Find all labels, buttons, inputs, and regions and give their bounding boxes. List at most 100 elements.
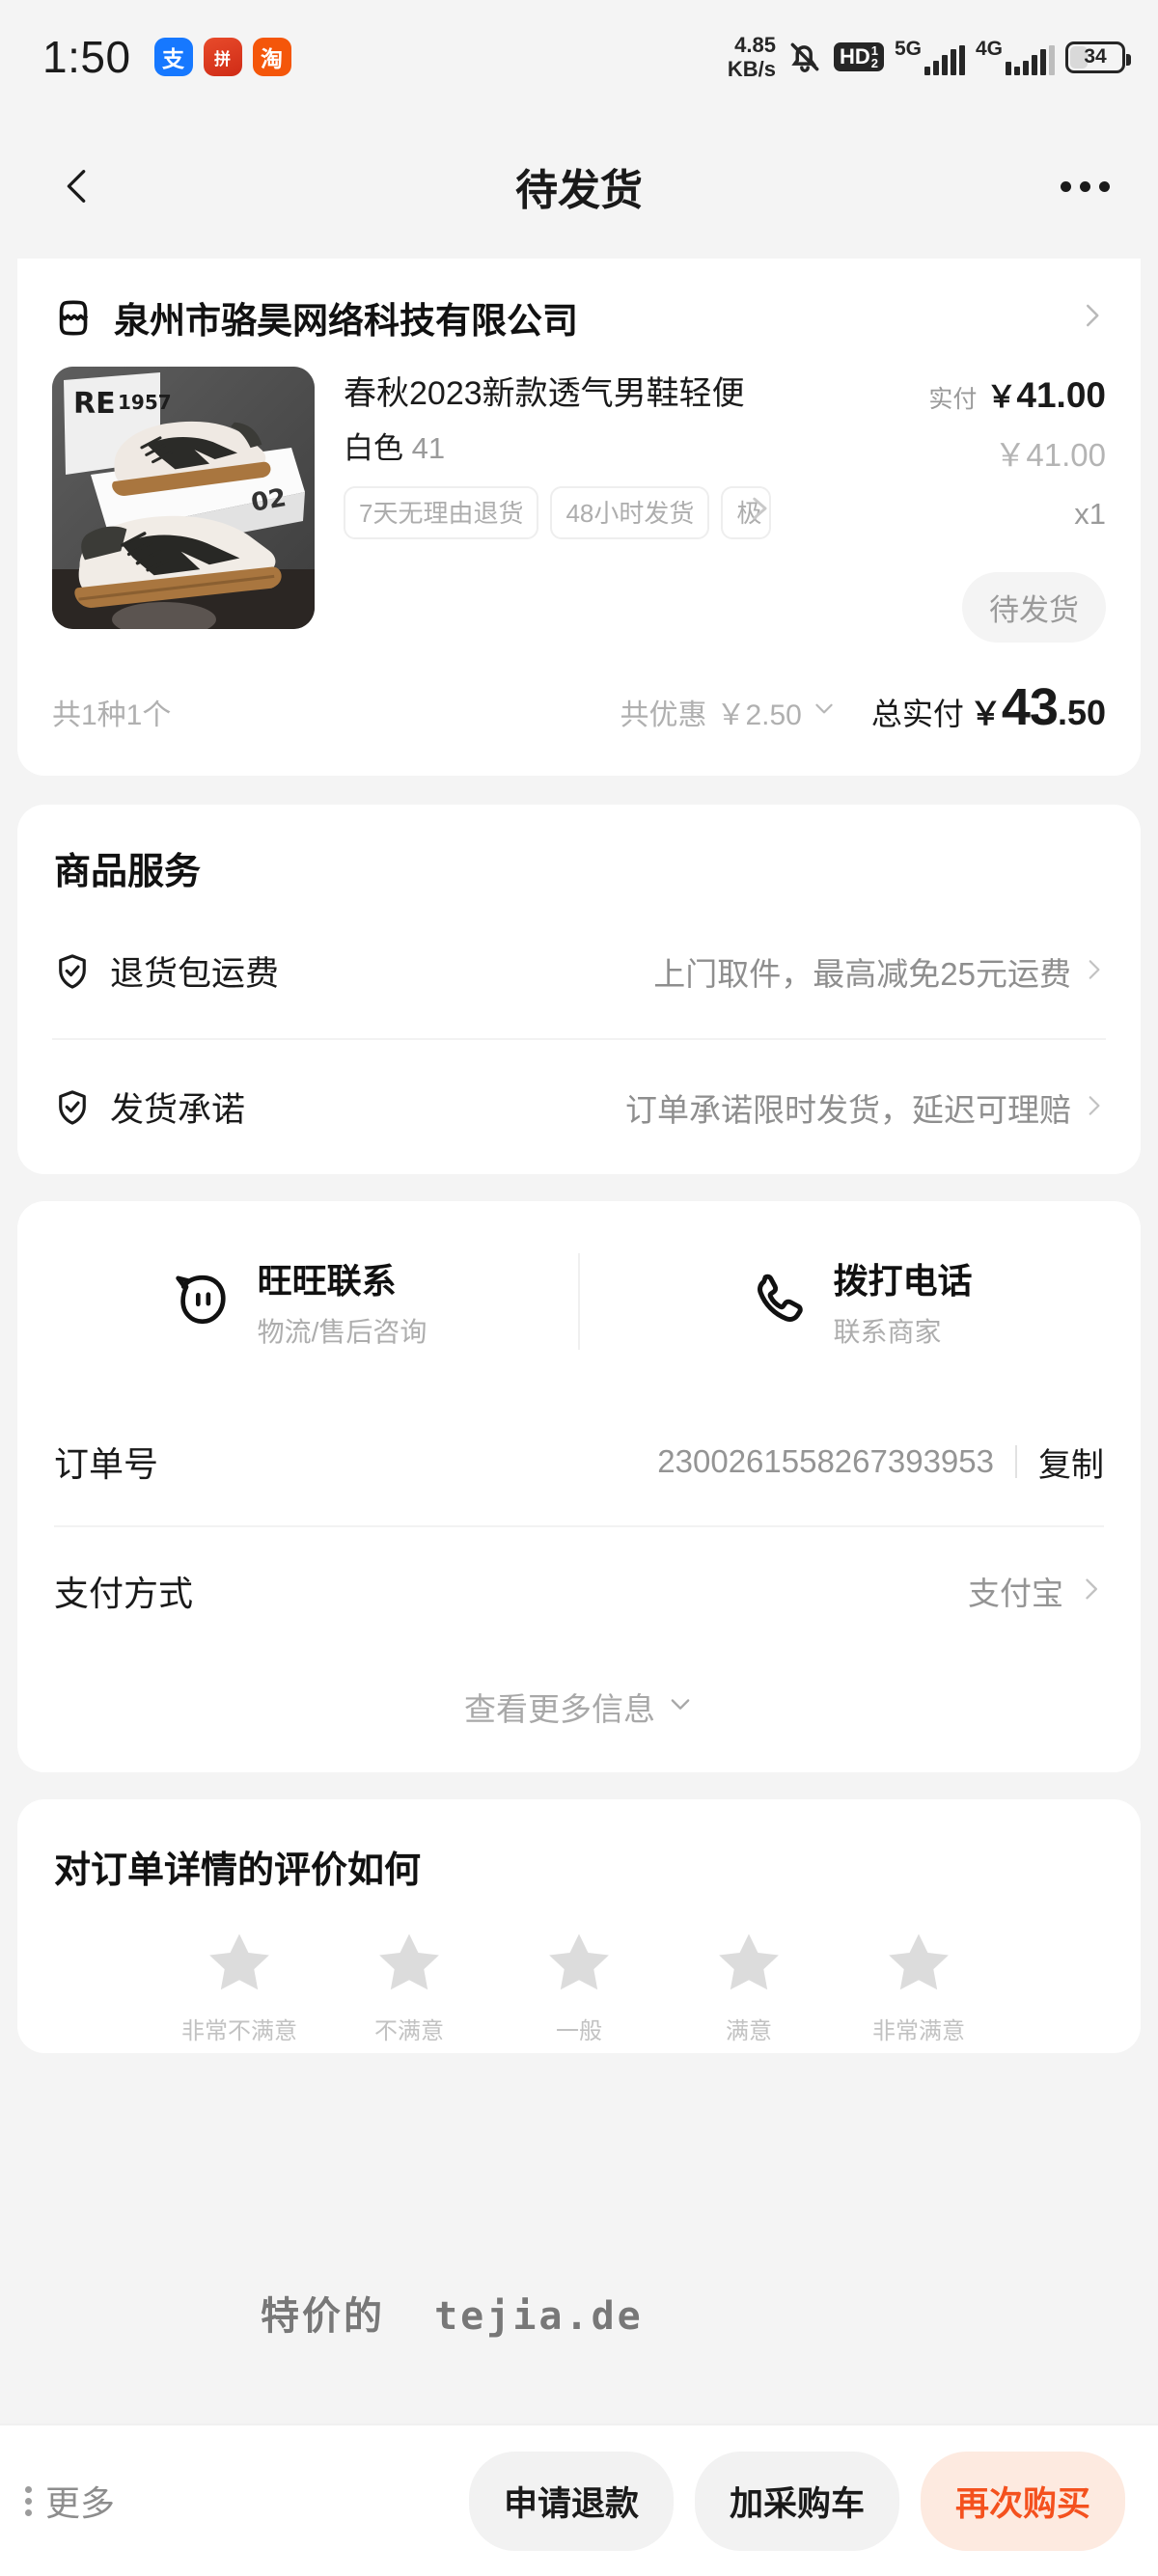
site-watermark: 特价的 tejia.de [261, 2285, 644, 2341]
product-tag: 7天无理由退货 [344, 486, 539, 540]
total-decimal: .50 [1057, 693, 1106, 732]
product-info: 春秋2023新款透气男鞋轻便 白色 41 7天无理由退货 48小时发货 极 [315, 367, 874, 643]
paid-price: ￥41.00 [986, 375, 1106, 415]
sim2-signal-indicator: 4G [976, 39, 1055, 75]
taobao-app-icon: 淘 [252, 38, 291, 76]
request-refund-button[interactable]: 申请退款 [468, 2451, 674, 2551]
product-tags[interactable]: 7天无理由退货 48小时发货 极 [344, 486, 857, 540]
rating-card: 对订单详情的评价如何 非常不满意 不满意 一般 满意 非常满意 [17, 1799, 1141, 2053]
star-icon [372, 1926, 447, 2006]
chevron-right-icon [1081, 1089, 1106, 1126]
service-value: 上门取件，最高减免25元运费 [653, 955, 1071, 992]
discount-value: ￥2.50 [716, 699, 802, 731]
add-to-purchase-cart-button[interactable]: 加采购车 [694, 2451, 899, 2551]
total-currency: ￥ [969, 696, 1002, 731]
watermark-cn: 特价的 [261, 2294, 385, 2339]
battery-level: 34 [1084, 45, 1107, 68]
status-indicators: 4.85 KB/s HD 1 2 5G 4G 34 [727, 33, 1131, 81]
network-speed-unit: KB/s [727, 57, 776, 81]
more-actions-label: 更多 [45, 2483, 116, 2523]
hd-sub: 2 [870, 56, 878, 70]
services-title: 商品服务 [54, 852, 202, 892]
wangwang-icon [169, 1266, 236, 1338]
sim1-signal-bars [924, 45, 965, 75]
more-actions-button[interactable]: 更多 [25, 2476, 115, 2526]
service-row-return-shipping[interactable]: 退货包运费 上门取件，最高减免25元运费 [52, 904, 1106, 1038]
service-value-wrap: 订单承诺限时发货，延迟可理赔 [625, 1084, 1106, 1131]
chevron-right-icon [1081, 953, 1106, 990]
rating-star-2[interactable]: 不满意 [351, 1926, 467, 2045]
sim1-signal-indicator: 5G [895, 39, 965, 75]
service-name: 发货承诺 [110, 1091, 246, 1129]
total-paid: 总实付 ￥ 43 .50 [871, 677, 1106, 737]
order-number-value-wrap: 2300261558267393953 复制 [657, 1439, 1104, 1486]
status-bar: 1:50 支 拼 淘 4.85 KB/s HD 1 2 5G 4G 34 [0, 0, 1158, 114]
call-merchant-button[interactable]: 拨打电话 联系商家 [578, 1253, 1141, 1350]
network-speed-value: 4.85 [734, 33, 776, 57]
star-icon [881, 1926, 956, 2006]
discount-summary[interactable]: 共优惠 ￥2.50 [620, 691, 836, 733]
more-horizontal-icon [1061, 180, 1071, 192]
chevron-down-icon [667, 1688, 694, 1725]
chevron-down-icon [812, 696, 837, 728]
rating-star-5[interactable]: 非常满意 [861, 1926, 977, 2045]
call-text: 拨打电话 联系商家 [833, 1253, 972, 1350]
total-integer: 43 [1001, 678, 1059, 736]
call-subtitle: 联系商家 [833, 1317, 942, 1347]
rating-title: 对订单详情的评价如何 [54, 1850, 422, 1891]
watermark-en: tejia.de [434, 2294, 644, 2339]
action-buttons: 申请退款 加采购车 再次购买 [468, 2451, 1125, 2551]
shield-check-icon [52, 951, 93, 992]
rating-stars[interactable]: 非常不满意 不满意 一般 满意 非常满意 [17, 1893, 1141, 2053]
product-tag-overflow[interactable]: 极 [721, 486, 772, 540]
order-number-row: 订单号 2300261558267393953 复制 [54, 1398, 1104, 1525]
sneaker-product-photo: RE 1957 02 [52, 367, 315, 629]
payment-method-value: 支付宝 [968, 1576, 1063, 1611]
order-number-value: 2300261558267393953 [657, 1443, 994, 1479]
page-title: 待发货 [515, 167, 643, 214]
hd-label: HD [839, 44, 870, 69]
bottom-action-bar: 更多 申请退款 加采购车 再次购买 [0, 2424, 1158, 2576]
contact-actions: 旺旺联系 物流/售后咨询 拨打电话 联系商家 [17, 1201, 1141, 1398]
total-label: 总实付 [870, 697, 964, 731]
product-spec-size: 41 [411, 431, 446, 466]
product-thumbnail[interactable]: RE 1957 02 [52, 367, 315, 629]
sim1-label: 5G [894, 38, 922, 60]
show-more-info-label: 查看更多信息 [464, 1691, 655, 1727]
svg-text:RE: RE [73, 387, 116, 421]
wangwang-title: 旺旺联系 [257, 1261, 397, 1301]
navigation-bar: 待发货 [0, 114, 1158, 259]
original-price: ￥41.00 [994, 437, 1106, 473]
rating-label: 不满意 [374, 2018, 444, 2044]
product-quantity: x1 [1074, 497, 1106, 531]
payment-method-row[interactable]: 支付方式 支付宝 [54, 1525, 1104, 1655]
wangwang-contact-button[interactable]: 旺旺联系 物流/售后咨询 [17, 1253, 578, 1350]
order-info-card: 旺旺联系 物流/售后咨询 拨打电话 联系商家 订单号 2300261558267… [17, 1201, 1141, 1772]
rating-star-4[interactable]: 满意 [691, 1926, 807, 2045]
back-button[interactable] [48, 157, 106, 215]
star-icon [202, 1926, 277, 2006]
service-value: 订单承诺限时发货，延迟可理赔 [625, 1091, 1071, 1128]
buy-again-button[interactable]: 再次购买 [920, 2451, 1125, 2551]
more-options-button[interactable] [1061, 180, 1110, 192]
copy-order-number-button[interactable]: 复制 [1038, 1439, 1104, 1486]
order-detail-screen: 1:50 支 拼 淘 4.85 KB/s HD 1 2 5G 4G 34 待发货… [0, 0, 1158, 2576]
star-icon [541, 1926, 617, 2006]
svg-text:02: 02 [249, 483, 289, 518]
service-row-shipping-promise[interactable]: 发货承诺 订单承诺限时发货，延迟可理赔 [52, 1038, 1106, 1174]
product-row[interactable]: RE 1957 02 春秋2023新款透气男鞋轻便 白色 41 7天无理由退货 … [17, 357, 1141, 643]
show-more-info-button[interactable]: 查看更多信息 [17, 1655, 1141, 1772]
product-price-block: 实付 ￥41.00 ￥41.00 x1 待发货 [874, 367, 1106, 643]
chevron-right-icon [1077, 301, 1106, 335]
status-time: 1:50 [42, 32, 131, 82]
product-spec: 白色 41 [344, 424, 857, 467]
service-name: 退货包运费 [110, 955, 280, 993]
discount-label: 共优惠 [620, 699, 707, 731]
shop-icon [52, 295, 96, 340]
service-value-wrap: 上门取件，最高减免25元运费 [653, 948, 1106, 995]
rating-star-1[interactable]: 非常不满意 [181, 1926, 297, 2045]
shop-header[interactable]: 泉州市骆昊网络科技有限公司 [17, 259, 1141, 357]
rating-star-3[interactable]: 一般 [521, 1926, 637, 2045]
phone-icon [748, 1268, 812, 1336]
payment-method-value-wrap: 支付宝 [968, 1568, 1104, 1614]
